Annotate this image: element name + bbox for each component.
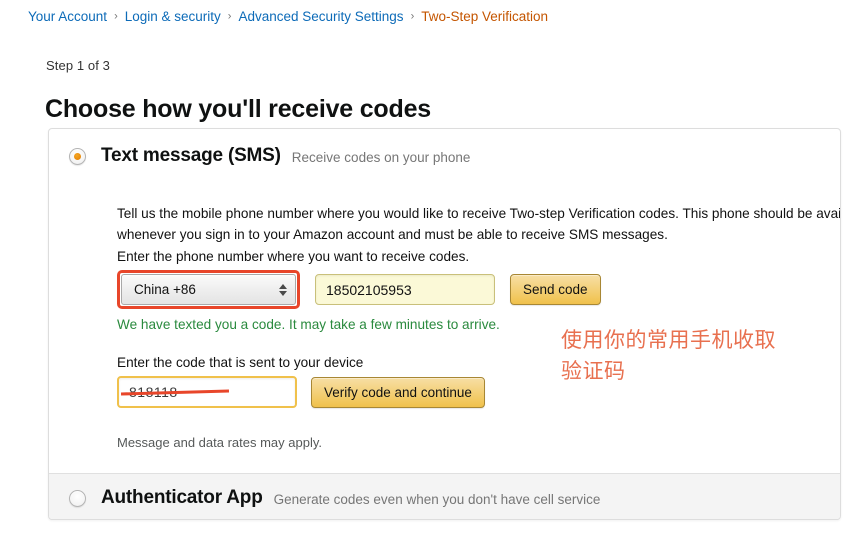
annotation-line-2: 验证码: [561, 359, 626, 383]
country-select-highlight: China +86: [117, 270, 300, 309]
country-code-select[interactable]: China +86: [121, 274, 296, 305]
phone-number-label: Enter the phone number where you want to…: [117, 249, 470, 264]
chevron-updown-icon: [279, 283, 287, 296]
breadcrumb-separator-icon: ›: [227, 10, 232, 23]
verification-code-value: 818118: [129, 384, 178, 400]
sms-intro-text: Tell us the mobile phone number where yo…: [117, 205, 841, 242]
code-sent-message: We have texted you a code. It may take a…: [117, 317, 500, 332]
radio-sms-icon[interactable]: [69, 147, 86, 165]
chinese-annotation: 使用你的常用手机收取 验证码: [561, 325, 840, 387]
rates-footnote: Message and data rates may apply.: [117, 435, 322, 450]
radio-authenticator-icon[interactable]: [69, 489, 86, 507]
send-code-button[interactable]: Send code: [510, 274, 601, 305]
sms-option-title: Text message (SMS): [101, 145, 281, 166]
verify-code-and-continue-button[interactable]: Verify code and continue: [311, 377, 485, 408]
authenticator-option-title: Authenticator App: [101, 487, 263, 508]
verification-code-input[interactable]: 818118: [117, 376, 297, 408]
breadcrumb: Your Account › Login & security › Advanc…: [28, 9, 548, 25]
phone-entry-row: China +86 Send code: [117, 270, 601, 309]
breadcrumb-item-advanced-security-settings[interactable]: Advanced Security Settings: [238, 9, 403, 25]
breadcrumb-item-two-step-verification: Two-Step Verification: [421, 9, 549, 24]
page-title: Choose how you'll receive codes: [45, 94, 431, 123]
breadcrumb-item-your-account[interactable]: Your Account: [28, 9, 107, 25]
step-indicator: Step 1 of 3: [46, 58, 110, 73]
authenticator-option-header[interactable]: Authenticator App Generate codes even wh…: [49, 474, 840, 509]
page-root: Your Account › Login & security › Advanc…: [0, 0, 865, 534]
sms-option-subtitle: Receive codes on your phone: [291, 149, 471, 165]
breadcrumb-separator-icon: ›: [410, 10, 415, 23]
breadcrumb-separator-icon: ›: [114, 10, 118, 23]
sms-option-header[interactable]: Text message (SMS) Receive codes on your…: [49, 129, 840, 167]
breadcrumb-item-login-security[interactable]: Login & security: [125, 9, 221, 25]
code-entry-row: 818118 Verify code and continue: [117, 376, 485, 408]
verification-options-card: Text message (SMS) Receive codes on your…: [48, 128, 841, 520]
authenticator-option-subtitle: Generate codes even when you don't have …: [273, 491, 601, 507]
authenticator-option-panel: Authenticator App Generate codes even wh…: [49, 474, 840, 519]
verification-code-label: Enter the code that is sent to your devi…: [117, 355, 364, 370]
sms-option-panel: Text message (SMS) Receive codes on your…: [49, 129, 840, 473]
phone-number-input[interactable]: [315, 274, 495, 305]
annotation-line-1: 使用你的常用手机收取: [561, 328, 776, 352]
